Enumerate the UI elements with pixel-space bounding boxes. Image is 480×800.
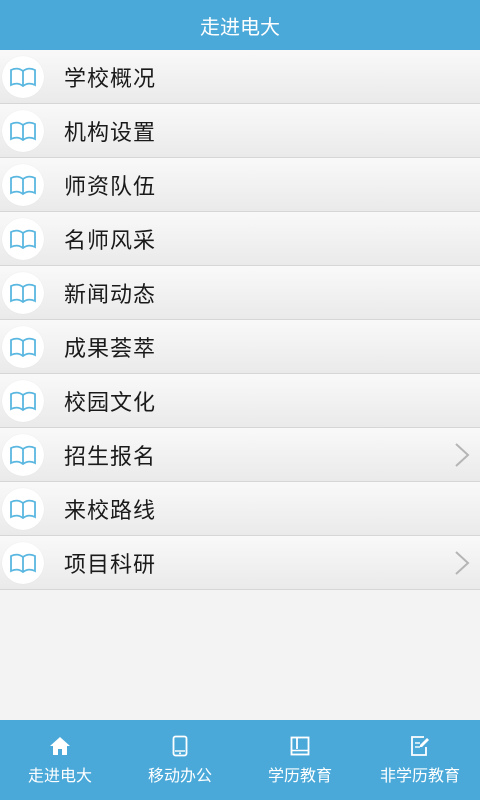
- open-book-icon: [2, 325, 44, 368]
- tab-label: 非学历教育: [379, 766, 460, 785]
- home-icon: [48, 734, 72, 758]
- edit-icon: [408, 734, 432, 758]
- list-item[interactable]: 成果荟萃: [0, 320, 480, 374]
- list-item[interactable]: 招生报名: [0, 428, 480, 482]
- tab-label: 学历教育: [267, 766, 332, 785]
- list-item[interactable]: 名师风采: [0, 212, 480, 266]
- chevron-right-icon: [455, 442, 470, 467]
- list-item[interactable]: 校园文化: [0, 374, 480, 428]
- list-item-label: 项目科研: [64, 552, 157, 578]
- list-item-label: 名师风采: [64, 228, 157, 254]
- tab-mobile-office[interactable]: 移动办公: [120, 720, 240, 800]
- list-item-label: 招生报名: [64, 444, 157, 470]
- list-item-label: 新闻动态: [64, 282, 157, 308]
- book-icon: [288, 734, 312, 758]
- list-item-label: 机构设置: [64, 120, 157, 146]
- list-item-label: 校园文化: [64, 390, 157, 416]
- list-item[interactable]: 师资队伍: [0, 158, 480, 212]
- list-item-label: 成果荟萃: [64, 336, 157, 362]
- list-item-label: 学校概况: [64, 66, 157, 92]
- tab-degree-education[interactable]: 学历教育: [240, 720, 360, 800]
- bottom-tab-bar: 走进电大 移动办公 学历教育 非学历教育: [0, 720, 480, 800]
- list-item[interactable]: 机构设置: [0, 104, 480, 158]
- chevron-right-icon: [455, 550, 470, 575]
- page-title: 走进电大: [200, 14, 280, 39]
- open-book-icon: [2, 217, 44, 260]
- open-book-icon: [2, 163, 44, 206]
- open-book-icon: [2, 379, 44, 422]
- list-item-label: 师资队伍: [64, 174, 157, 200]
- open-book-icon: [2, 109, 44, 152]
- tab-label: 走进电大: [27, 766, 92, 785]
- open-book-icon: [2, 487, 44, 530]
- open-book-icon: [2, 55, 44, 98]
- list-item[interactable]: 新闻动态: [0, 266, 480, 320]
- list-item-label: 来校路线: [64, 498, 157, 524]
- open-book-icon: [2, 541, 44, 584]
- list-item[interactable]: 学校概况: [0, 50, 480, 104]
- tab-home[interactable]: 走进电大: [0, 720, 120, 800]
- phone-icon: [168, 734, 192, 758]
- open-book-icon: [2, 433, 44, 476]
- list-item[interactable]: 来校路线: [0, 482, 480, 536]
- app-header: 走进电大: [0, 0, 480, 50]
- list-item[interactable]: 项目科研: [0, 536, 480, 590]
- menu-list: 学校概况 机构设置 师资队伍 名师风采 新闻动态 成果荟萃 校园文化 招生报名 …: [0, 50, 480, 590]
- open-book-icon: [2, 271, 44, 314]
- tab-label: 移动办公: [147, 766, 212, 785]
- tab-non-degree-education[interactable]: 非学历教育: [360, 720, 480, 800]
